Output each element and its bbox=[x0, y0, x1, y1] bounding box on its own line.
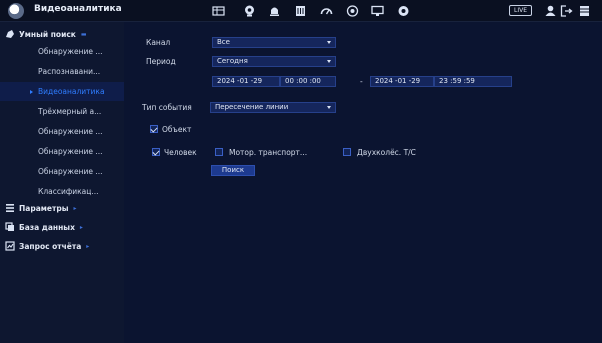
channel-label: Канал bbox=[146, 38, 171, 47]
sidebar: Умный поиск ▬ Обнаружение ... Распознава… bbox=[0, 22, 124, 343]
period-label: Период bbox=[146, 57, 176, 66]
motor-vehicle-checkbox[interactable] bbox=[215, 148, 223, 156]
film-icon[interactable] bbox=[212, 5, 225, 17]
storage-icon[interactable] bbox=[294, 5, 307, 17]
app-title: Видеоаналитика bbox=[34, 4, 122, 14]
sidebar-subitem-3d[interactable]: Трёхмерный а... bbox=[0, 102, 124, 121]
start-time-input[interactable]: 00 :00 :00 bbox=[280, 76, 336, 87]
period-select[interactable]: Сегодня bbox=[212, 56, 336, 67]
sidebar-subitem-recognition[interactable]: Распознавани... bbox=[0, 62, 124, 81]
sidebar-item-database[interactable]: База данных ▸ bbox=[0, 219, 124, 235]
user-icon[interactable] bbox=[544, 5, 557, 17]
parameters-icon bbox=[4, 203, 15, 213]
two-wheel-checkbox[interactable] bbox=[343, 148, 351, 156]
period-select-value: Сегодня bbox=[217, 57, 248, 65]
smart-search-icon bbox=[4, 29, 15, 39]
search-button[interactable]: Поиск bbox=[211, 165, 255, 176]
chevron-down-icon bbox=[327, 106, 331, 109]
expand-arrow-icon: ▸ bbox=[79, 223, 83, 231]
sidebar-item-parameters[interactable]: Параметры ▸ bbox=[0, 200, 124, 216]
settings-wheel-icon[interactable] bbox=[397, 5, 410, 17]
start-date-input[interactable]: 2024 -01 -29 bbox=[212, 76, 280, 87]
sidebar-item-label: База данных bbox=[19, 222, 75, 232]
bulb-icon[interactable] bbox=[268, 5, 281, 17]
two-wheel-label: Двухколёс. Т/С bbox=[357, 148, 416, 157]
sidebar-item-report[interactable]: Запрос отчёта ▸ bbox=[0, 238, 124, 254]
human-label: Человек bbox=[164, 148, 197, 157]
channel-select-value: Все bbox=[217, 38, 230, 46]
sidebar-subitem-detection-2[interactable]: Обнаружение ... bbox=[0, 122, 124, 141]
object-label: Объект bbox=[162, 125, 192, 134]
sidebar-item-label: Умный поиск bbox=[19, 29, 76, 39]
camera-icon[interactable] bbox=[243, 5, 256, 17]
sidebar-item-label: Запрос отчёта bbox=[19, 241, 82, 251]
app-logo-icon bbox=[8, 3, 24, 19]
sidebar-subitem-video-analytics[interactable]: Видеоаналитика bbox=[0, 82, 124, 101]
collapse-arrow-icon: ▬ bbox=[80, 30, 87, 38]
event-type-select[interactable]: Пересечение линии bbox=[210, 102, 336, 113]
database-icon bbox=[4, 222, 15, 232]
expand-arrow-icon: ▸ bbox=[86, 242, 90, 250]
speedometer-icon[interactable] bbox=[320, 5, 333, 17]
end-date-input[interactable]: 2024 -01 -29 bbox=[370, 76, 434, 87]
expand-arrow-icon: ▸ bbox=[73, 204, 77, 212]
report-icon bbox=[4, 241, 15, 251]
event-type-label: Тип события bbox=[142, 103, 192, 112]
search-form-panel: Канал Все Период Сегодня 2024 -01 -29 00… bbox=[124, 22, 602, 343]
range-dash: - bbox=[360, 77, 363, 86]
object-checkbox[interactable] bbox=[150, 125, 158, 133]
sidebar-item-smart-search[interactable]: Умный поиск ▬ bbox=[0, 26, 124, 42]
menu-icon[interactable] bbox=[578, 5, 591, 17]
sidebar-subitem-classification[interactable]: Классификац... bbox=[0, 182, 124, 201]
channel-select[interactable]: Все bbox=[212, 37, 336, 48]
sidebar-subitem-detection-4[interactable]: Обнаружение ... bbox=[0, 162, 124, 181]
event-type-select-value: Пересечение линии bbox=[215, 103, 289, 111]
disk-icon[interactable] bbox=[346, 5, 359, 17]
sidebar-item-label: Параметры bbox=[19, 203, 69, 213]
sidebar-subitem-detection-1[interactable]: Обнаружение ... bbox=[0, 42, 124, 61]
end-time-input[interactable]: 23 :59 :59 bbox=[434, 76, 512, 87]
chevron-down-icon bbox=[327, 60, 331, 63]
sidebar-subitem-detection-3[interactable]: Обнаружение ... bbox=[0, 142, 124, 161]
monitor-icon[interactable] bbox=[371, 5, 384, 17]
chevron-down-icon bbox=[327, 41, 331, 44]
live-button[interactable]: LIVE bbox=[509, 5, 532, 16]
human-checkbox[interactable] bbox=[152, 148, 160, 156]
motor-vehicle-label: Мотор. транспорт... bbox=[229, 148, 308, 157]
top-bar: Видеоаналитика LIVE bbox=[0, 0, 602, 22]
logout-icon[interactable] bbox=[560, 5, 573, 17]
